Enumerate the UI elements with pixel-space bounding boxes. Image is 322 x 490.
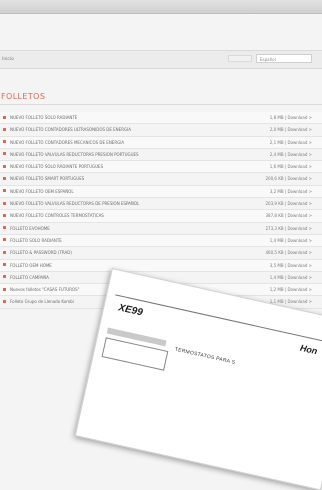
file-name[interactable]: NUEVO FOLLETO CONTADORES MECANICOS DE EN… xyxy=(10,140,124,145)
language-select[interactable]: Español xyxy=(256,54,312,63)
download-link[interactable]: 3,5 MB | Download > xyxy=(270,263,312,268)
file-icon xyxy=(3,176,6,180)
brochure-brand: Hon xyxy=(299,342,319,357)
divider xyxy=(0,104,322,105)
brochure-model: XE99 xyxy=(117,302,144,319)
file-icon xyxy=(3,287,6,291)
download-link[interactable]: 2,0 MB | Download > xyxy=(270,127,312,132)
file-icon xyxy=(3,250,6,254)
page-title: FOLLETOS xyxy=(1,92,46,101)
file-icon xyxy=(3,140,6,144)
file-name[interactable]: NUEVO FOLLETO CONTROLES TERMOSTATICAS xyxy=(10,213,104,218)
list-item[interactable]: FOLLETO EVOHOME 273,3 KB | Download > xyxy=(0,223,322,235)
file-name[interactable]: NUEVO FOLLETO OEM ESPAÑOL xyxy=(10,189,74,194)
download-link[interactable]: 387,8 KB | Download > xyxy=(266,213,313,218)
download-link[interactable]: 460,5 KB | Download > xyxy=(266,250,313,255)
file-icon xyxy=(3,127,6,131)
file-icon xyxy=(3,299,6,303)
file-icon xyxy=(3,263,6,267)
list-item[interactable]: NUEVO FOLLETO VALVULAS REDUCTORAS DE PRE… xyxy=(0,198,322,211)
brochure-title: TERMOSTATOS PARA S xyxy=(174,346,236,366)
file-name[interactable]: NUEVO FOLLETO SMART PORTUGUES xyxy=(10,176,84,181)
list-item[interactable]: NUEVO FOLLETO OEM ESPAÑOL 3,2 MB | Downlo… xyxy=(0,185,322,199)
file-name[interactable]: NUEVO FOLLETO SOLO RADIANTE xyxy=(10,115,77,120)
file-name[interactable]: NUEVO FOLLETO VALVULAS REDUCTORAS PRESIO… xyxy=(10,152,139,157)
download-link[interactable]: 203,9 KB | Download > xyxy=(266,201,313,206)
file-name[interactable]: FOLLETO SOLO RADIANTE xyxy=(10,238,62,243)
file-icon xyxy=(3,189,6,193)
breadcrumb-bar: Inicio Español xyxy=(0,50,322,69)
download-link[interactable]: 1,8 MB | Download > xyxy=(270,115,312,120)
file-icon xyxy=(3,201,6,205)
file-name[interactable]: FOLLETO CAMPAÑA xyxy=(10,275,49,280)
file-icon xyxy=(3,115,6,119)
list-item[interactable]: NUEVO FOLLETO SOLO RADIANTE 1,8 MB | Down… xyxy=(0,112,322,125)
list-item[interactable]: NUEVO FOLLETO CONTADORES MECANICOS DE EN… xyxy=(0,136,322,149)
download-link[interactable]: 1,2 MB | Download > xyxy=(270,287,312,292)
file-name[interactable]: FOLLETO & PASSWORD (TRAD) xyxy=(10,250,72,255)
file-name[interactable]: FOLLETO EVOHOME xyxy=(10,226,50,231)
breadcrumb[interactable]: Inicio xyxy=(2,57,14,62)
file-name[interactable]: NUEVO FOLLETO VALVULAS REDUCTORAS DE PRE… xyxy=(10,201,139,206)
file-icon xyxy=(3,238,6,242)
search-input[interactable] xyxy=(228,55,252,62)
list-item[interactable]: NUEVO FOLLETO SOLO RADIANTE PORTUGUES 1,6… xyxy=(0,161,322,174)
list-item[interactable]: NUEVO FOLLETO CONTROLES TERMOSTATICAS 387… xyxy=(0,210,322,223)
file-name[interactable]: Folleto Grupo de Llenado Kombi xyxy=(10,299,74,304)
list-item[interactable]: FOLLETO SOLO RADIANTE 1,4 MB | Download > xyxy=(0,234,322,248)
download-link[interactable]: 2,4 MB | Download > xyxy=(270,152,312,157)
download-link[interactable]: 273,3 KB | Download > xyxy=(266,226,313,231)
file-name[interactable]: Nuevos folletos "CASAS FUTUROS" xyxy=(10,287,80,292)
file-icon xyxy=(3,213,6,217)
download-link[interactable]: 2,1 MB | Download > xyxy=(270,140,312,145)
file-name[interactable]: NUEVO FOLLETO SOLO RADIANTE PORTUGUES xyxy=(10,164,103,169)
top-bar xyxy=(0,0,322,14)
list-item[interactable]: NUEVO FOLLETO SMART PORTUGUES 200,6 KB | … xyxy=(0,173,322,186)
file-name[interactable]: FOLLETO OEM HOME xyxy=(10,263,52,268)
file-icon xyxy=(3,226,6,230)
download-link[interactable]: 200,6 KB | Download > xyxy=(266,176,313,181)
file-icon xyxy=(3,164,6,168)
download-link[interactable]: 1,4 MB | Download > xyxy=(270,275,312,280)
file-icon xyxy=(3,152,6,156)
download-link[interactable]: 1,6 MB | Download > xyxy=(270,164,312,169)
download-link[interactable]: 1,4 MB | Download > xyxy=(270,238,312,243)
list-item[interactable]: NUEVO FOLLETO CONTADORES ULTRASONIDOS DE… xyxy=(0,124,322,137)
download-link[interactable]: 3,2 MB | Download > xyxy=(270,189,312,194)
list-item[interactable]: FOLLETO OEM HOME 3,5 MB | Download > xyxy=(0,259,322,272)
file-icon xyxy=(3,275,6,279)
list-item[interactable]: FOLLETO & PASSWORD (TRAD) 460,5 KB | Down… xyxy=(0,247,322,260)
file-name[interactable]: NUEVO FOLLETO CONTADORES ULTRASONIDOS DE… xyxy=(10,127,131,132)
list-item[interactable]: NUEVO FOLLETO VALVULAS REDUCTORAS PRESIO… xyxy=(0,149,322,162)
